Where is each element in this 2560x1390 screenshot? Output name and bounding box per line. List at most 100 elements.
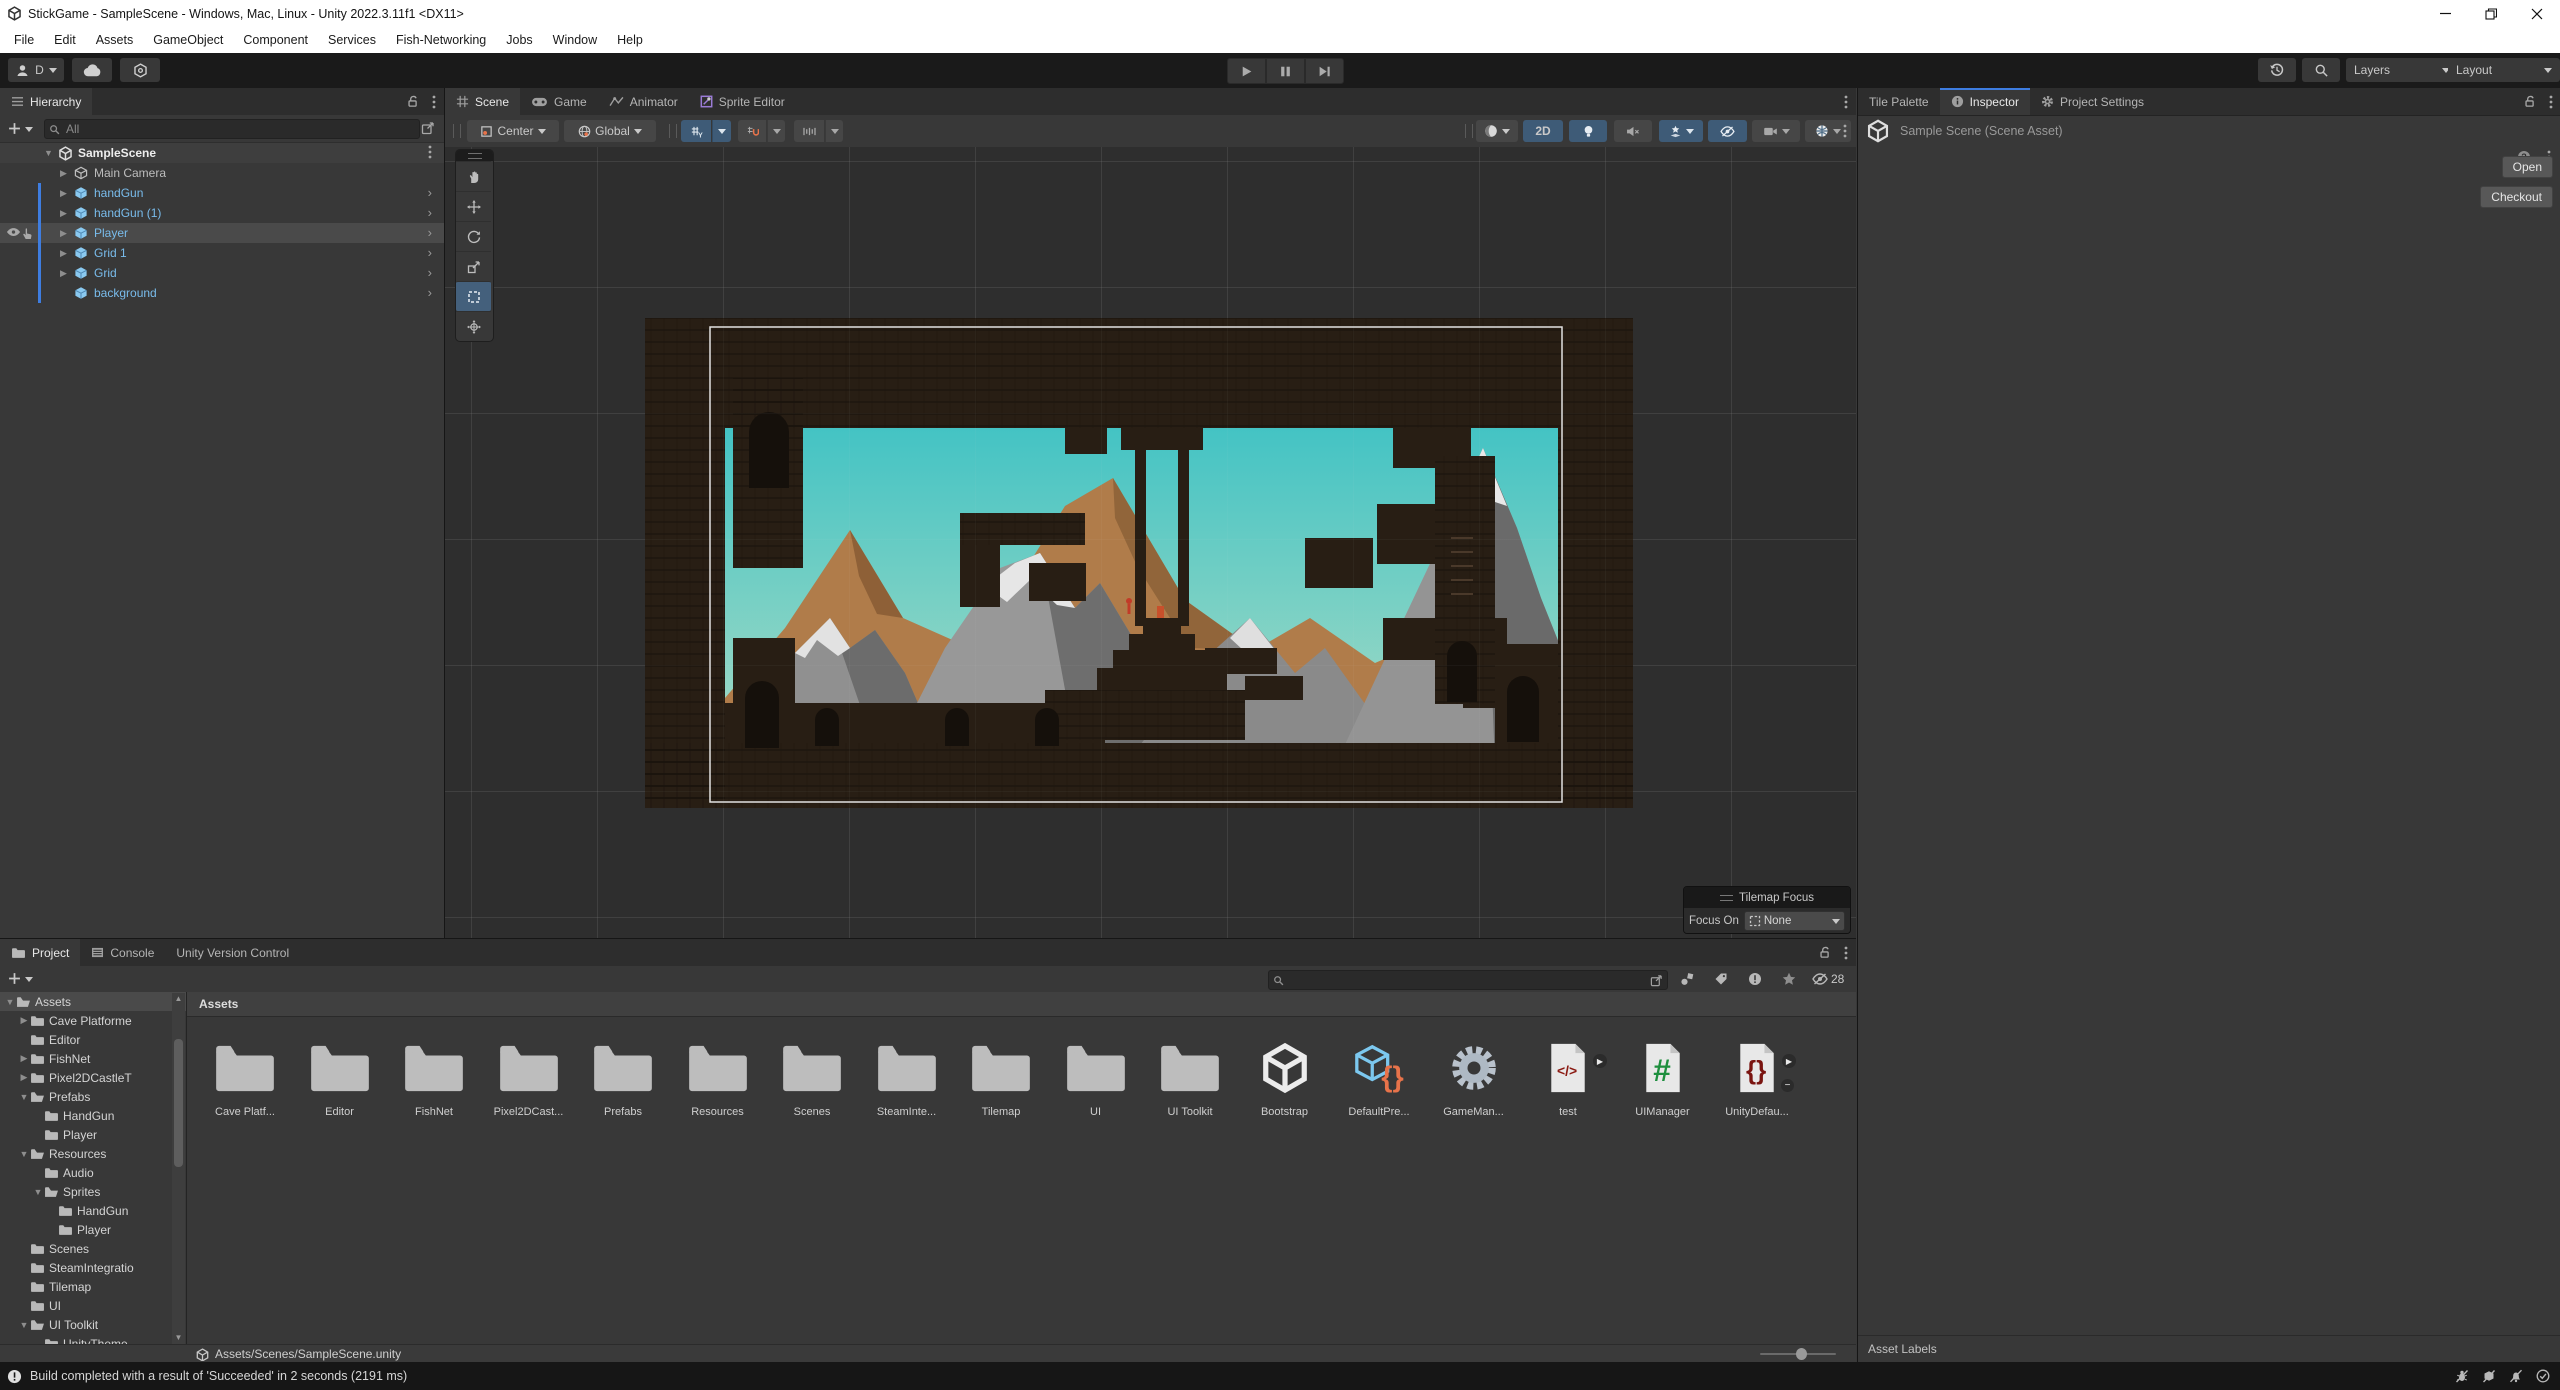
scene-lighting-toggle[interactable]: [1569, 120, 1607, 142]
tree-item-assets[interactable]: ▼Assets: [0, 992, 186, 1011]
bug-slash-icon[interactable]: [2455, 1369, 2469, 1383]
hierarchy-row-background[interactable]: background›: [0, 283, 444, 303]
open-button[interactable]: Open: [2502, 156, 2553, 178]
tree-item-ui-toolkit[interactable]: ▼UI Toolkit: [0, 1315, 186, 1334]
expand-arrow-icon[interactable]: ▶: [18, 1053, 30, 1064]
tree-item-pixel2dcastlet[interactable]: ▶Pixel2DCastleT: [0, 1068, 186, 1087]
snap-increment-toggle[interactable]: [738, 120, 766, 142]
tab-animator[interactable]: Animator: [598, 88, 689, 115]
prefab-chevron-icon[interactable]: ›: [428, 265, 432, 281]
tab-project-settings[interactable]: Project Settings: [2030, 88, 2155, 115]
asset-item-gameman-[interactable]: GameMan...: [1427, 1030, 1521, 1118]
tree-item-prefabs[interactable]: ▼Prefabs: [0, 1087, 186, 1106]
camera-settings-dropdown[interactable]: [1752, 120, 1800, 142]
asset-item-scenes[interactable]: Scenes: [765, 1030, 859, 1118]
menu-edit[interactable]: Edit: [44, 33, 86, 47]
hierarchy-row-handgun[interactable]: ▶handGun›: [0, 183, 444, 203]
scale-tool-button[interactable]: [456, 251, 491, 281]
rect-tool-button[interactable]: [456, 281, 491, 311]
tab-scene[interactable]: Scene: [445, 88, 520, 115]
tree-item-player[interactable]: Player: [0, 1125, 186, 1144]
tree-item-fishnet[interactable]: ▶FishNet: [0, 1049, 186, 1068]
prefab-chevron-icon[interactable]: ›: [428, 205, 432, 221]
lock-icon[interactable]: [2524, 95, 2537, 108]
hierarchy-row-grid-1[interactable]: ▶Grid 1›: [0, 243, 444, 263]
eye-icon[interactable]: [6, 227, 21, 237]
menu-fish-networking[interactable]: Fish-Networking: [386, 33, 496, 47]
tab-game[interactable]: Game: [520, 88, 598, 115]
asset-item-defaultpre-[interactable]: {}DefaultPre...: [1332, 1030, 1426, 1118]
asset-item-cave-platf-[interactable]: Cave Platf...: [198, 1030, 292, 1118]
unity-hub-button[interactable]: [120, 58, 160, 82]
expand-arrow-icon[interactable]: ▶: [60, 268, 67, 279]
layout-dropdown[interactable]: Layout: [2448, 58, 2560, 82]
asset-item-tilemap[interactable]: Tilemap: [954, 1030, 1048, 1118]
hierarchy-row-handgun-1-[interactable]: ▶handGun (1)›: [0, 203, 444, 223]
tab-project[interactable]: Project: [0, 939, 80, 966]
expand-arrow-icon[interactable]: ▼: [18, 1092, 30, 1102]
thumbnail-zoom-slider[interactable]: [1760, 1353, 1836, 1355]
orientation-dropdown[interactable]: Global: [564, 120, 656, 142]
tools-drag-handle[interactable]: [456, 150, 493, 161]
prefab-chevron-icon[interactable]: ›: [428, 225, 432, 241]
expand-badge-icon[interactable]: ▶: [1593, 1054, 1607, 1068]
tree-item-cave-platforme[interactable]: ▶Cave Platforme: [0, 1011, 186, 1030]
prefab-chevron-icon[interactable]: ›: [428, 185, 432, 201]
add-object-button[interactable]: [8, 122, 21, 135]
scene-viewport[interactable]: Tilemap Focus Focus On None: [445, 147, 1856, 938]
menu-services[interactable]: Services: [318, 33, 386, 47]
expand-badge-icon[interactable]: ▶: [1782, 1054, 1796, 1068]
tree-item-audio[interactable]: Audio: [0, 1163, 186, 1182]
tab-console[interactable]: Console: [80, 939, 165, 966]
2d-mode-toggle[interactable]: 2D: [1523, 120, 1563, 142]
restore-button[interactable]: [2468, 0, 2514, 27]
hidden-objects-toggle[interactable]: [1708, 120, 1747, 142]
toolbar-grip[interactable]: [669, 124, 677, 138]
step-button[interactable]: [1305, 58, 1344, 84]
toolbar-grip[interactable]: [453, 124, 461, 138]
scroll-down-icon[interactable]: ▼: [172, 1332, 185, 1344]
hidden-assets-counter[interactable]: 28: [1812, 972, 1844, 986]
tab-sprite-editor[interactable]: Sprite Editor: [689, 88, 796, 115]
tree-item-sprites[interactable]: ▼Sprites: [0, 1182, 186, 1201]
play-button[interactable]: [1227, 58, 1266, 84]
pause-button[interactable]: [1266, 58, 1305, 84]
close-button[interactable]: [2514, 0, 2560, 27]
add-dropdown-icon[interactable]: [25, 976, 33, 982]
snap-dropdown[interactable]: [767, 120, 785, 142]
asset-item-prefabs[interactable]: Prefabs: [576, 1030, 670, 1118]
rotate-tool-button[interactable]: [456, 221, 491, 251]
expand-arrow-icon[interactable]: ▼: [4, 997, 16, 1007]
global-search-button[interactable]: [2302, 58, 2340, 82]
asset-item-pixel2dcast-[interactable]: Pixel2DCast...: [482, 1030, 576, 1118]
tilemap-focus-header[interactable]: Tilemap Focus: [1684, 887, 1850, 908]
search-by-import-log-icon[interactable]: [1748, 972, 1762, 986]
draw-mode-dropdown[interactable]: [1476, 120, 1518, 142]
increment-snap-button[interactable]: [794, 120, 824, 142]
tree-item-handgun[interactable]: HandGun: [0, 1201, 186, 1220]
check-circle-icon[interactable]: [2536, 1369, 2550, 1383]
hierarchy-search-field[interactable]: [44, 119, 420, 139]
expand-arrow-icon[interactable]: ▶: [18, 1072, 30, 1083]
tree-item-handgun[interactable]: HandGun: [0, 1106, 186, 1125]
bell-slash-icon[interactable]: [2509, 1369, 2523, 1383]
menu-help[interactable]: Help: [607, 33, 653, 47]
status-message[interactable]: Build completed with a result of 'Succee…: [30, 1369, 407, 1383]
prefab-chevron-icon[interactable]: ›: [428, 245, 432, 261]
expand-arrow-icon[interactable]: ▼: [18, 1320, 30, 1330]
tab-unity-version-control[interactable]: Unity Version Control: [165, 939, 300, 966]
menu-jobs[interactable]: Jobs: [496, 33, 542, 47]
tree-item-resources[interactable]: ▼Resources: [0, 1144, 186, 1163]
asset-item-bootstrap[interactable]: Bootstrap: [1238, 1030, 1332, 1118]
layers-dropdown[interactable]: Layers: [2346, 58, 2458, 82]
expand-arrow-icon[interactable]: ▶: [60, 168, 67, 179]
audio-mute-toggle[interactable]: [1614, 120, 1652, 142]
hierarchy-row-player[interactable]: ▶Player›: [0, 223, 444, 243]
tree-item-steamintegratio[interactable]: SteamIntegratio: [0, 1258, 186, 1277]
scroll-up-icon[interactable]: ▲: [172, 993, 185, 1005]
hierarchy-search-input[interactable]: [64, 121, 415, 137]
asset-item-unitydefau-[interactable]: {}▶−UnityDefau...: [1710, 1030, 1804, 1118]
expand-arrow-icon[interactable]: ▶: [60, 248, 67, 259]
tree-item-scenes[interactable]: Scenes: [0, 1239, 186, 1258]
hand-tool-button[interactable]: [456, 161, 491, 191]
